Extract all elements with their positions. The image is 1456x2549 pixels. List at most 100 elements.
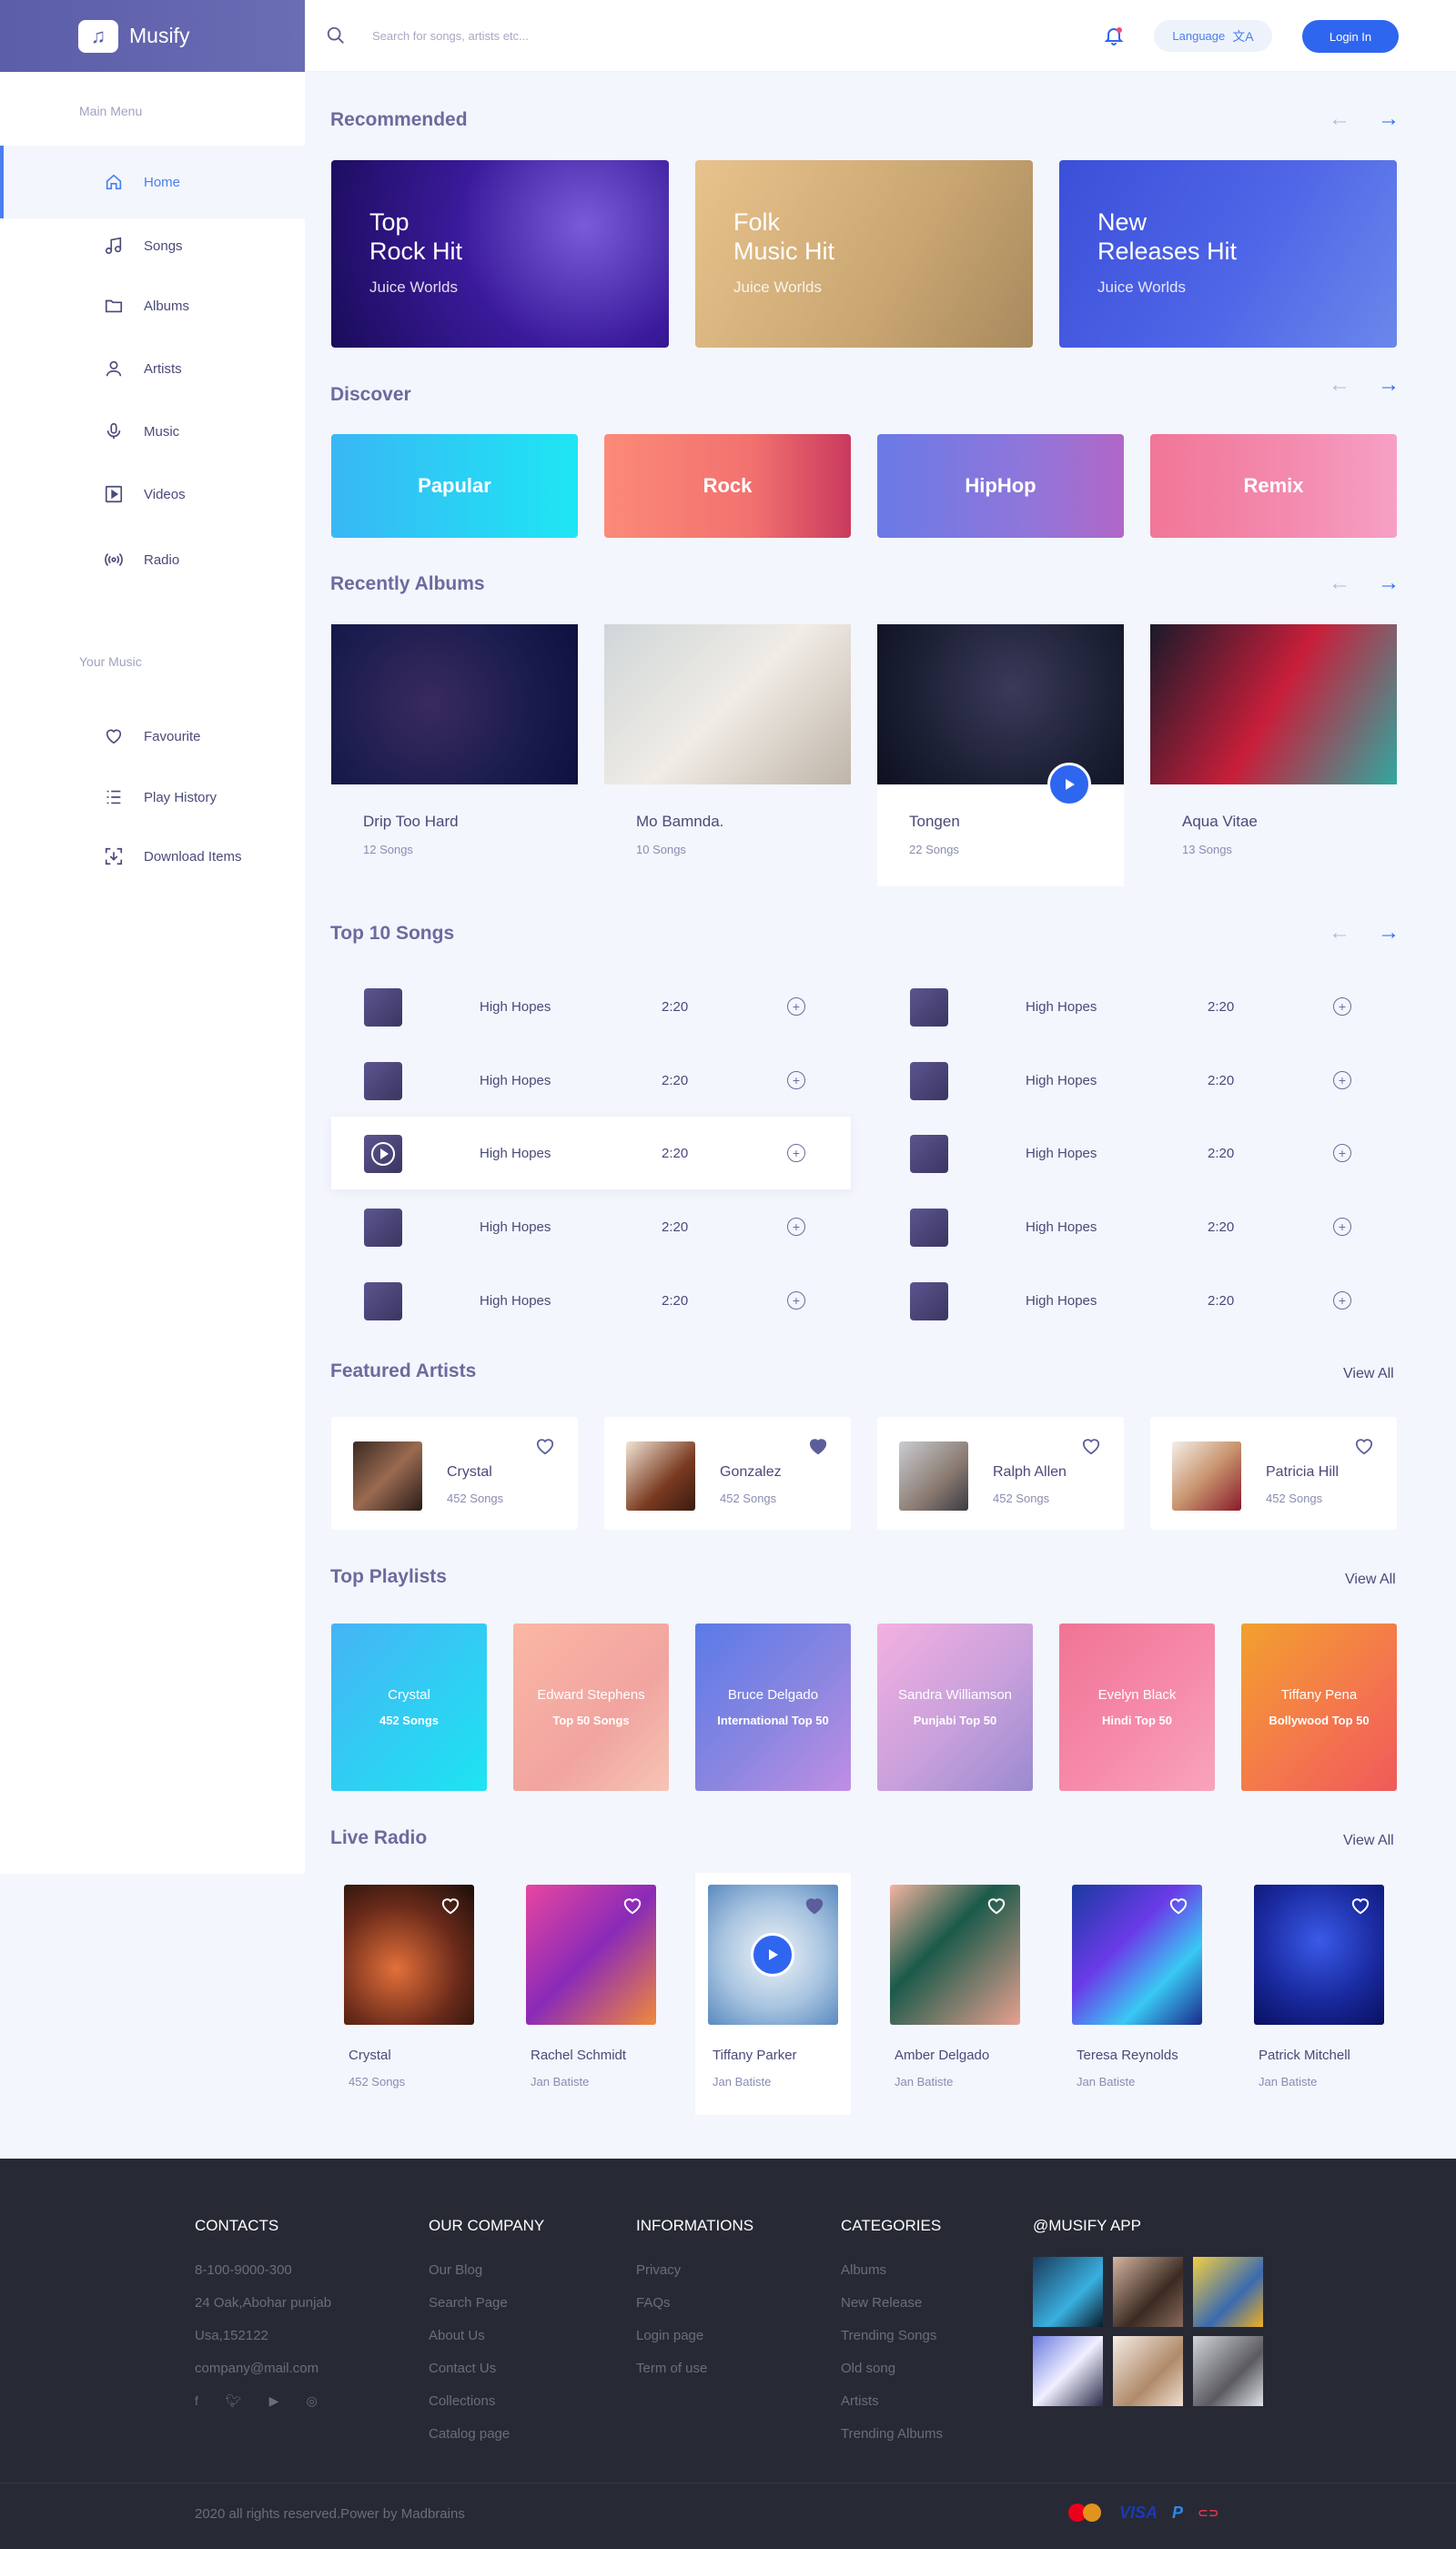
footer-link[interactable]: Contact Us xyxy=(429,2361,544,2376)
heart-icon[interactable] xyxy=(1350,1897,1370,1915)
heart-icon[interactable] xyxy=(1081,1437,1101,1455)
search-icon[interactable] xyxy=(326,25,346,46)
radio-card[interactable]: Teresa Reynolds Jan Batiste xyxy=(1059,1873,1215,2115)
artist-card[interactable]: Crystal 452 Songs xyxy=(331,1417,578,1530)
song-row[interactable]: High Hopes 2:20 + xyxy=(877,1190,1397,1263)
footer-link[interactable]: New Release xyxy=(841,2295,943,2311)
twitter-icon[interactable]: 🐦︎ xyxy=(226,2393,242,2409)
song-row[interactable]: High Hopes 2:20 + xyxy=(331,1044,851,1117)
arrow-right-icon[interactable]: → xyxy=(1378,920,1400,946)
heart-icon[interactable] xyxy=(440,1897,460,1915)
arrow-right-icon[interactable]: → xyxy=(1378,571,1400,596)
add-circle-icon[interactable]: + xyxy=(1333,1218,1351,1236)
artist-card[interactable]: Patricia Hill 452 Songs xyxy=(1150,1417,1397,1530)
sidebar-item-music[interactable]: Music xyxy=(0,395,305,468)
playlist-card[interactable]: Crystal 452 Songs xyxy=(331,1623,487,1791)
gallery-image[interactable] xyxy=(1193,2336,1263,2406)
logo[interactable]: ♫ Musify xyxy=(0,0,305,72)
bell-icon[interactable] xyxy=(1103,25,1125,46)
heart-icon[interactable] xyxy=(535,1437,555,1455)
song-row[interactable]: High Hopes 2:20 + xyxy=(331,1264,851,1337)
gallery-image[interactable] xyxy=(1113,2336,1183,2406)
sidebar-item-download-items[interactable]: Download Items xyxy=(0,820,305,893)
footer-link[interactable]: Old song xyxy=(841,2361,943,2376)
sidebar-item-radio[interactable]: Radio xyxy=(0,523,305,596)
add-circle-icon[interactable]: + xyxy=(1333,1144,1351,1162)
song-row[interactable]: High Hopes 2:20 + xyxy=(331,970,851,1043)
sidebar-item-artists[interactable]: Artists xyxy=(0,332,305,405)
radio-card[interactable]: Amber Delgado Jan Batiste xyxy=(877,1873,1033,2115)
album-card[interactable]: Drip Too Hard 12 Songs xyxy=(331,624,578,886)
arrow-left-icon[interactable]: ← xyxy=(1329,106,1350,132)
song-row[interactable]: High Hopes 2:20 + xyxy=(877,970,1397,1043)
song-row[interactable]: High Hopes 2:20 + xyxy=(877,1044,1397,1117)
song-row[interactable]: High Hopes 2:20 + xyxy=(877,1117,1397,1189)
sidebar-item-home[interactable]: Home xyxy=(0,146,305,218)
gallery-image[interactable] xyxy=(1033,2257,1103,2327)
youtube-icon[interactable]: ▶ xyxy=(269,2393,279,2409)
footer-link[interactable]: About Us xyxy=(429,2328,544,2343)
add-circle-icon[interactable]: + xyxy=(1333,997,1351,1016)
footer-link[interactable]: Albums xyxy=(841,2262,943,2278)
playlist-card[interactable]: Tiffany Pena Bollywood Top 50 xyxy=(1241,1623,1397,1791)
playlist-card[interactable]: Evelyn Black Hindi Top 50 xyxy=(1059,1623,1215,1791)
gallery-image[interactable] xyxy=(1113,2257,1183,2327)
discover-card-rock[interactable]: Rock xyxy=(604,434,851,538)
heart-icon[interactable] xyxy=(622,1897,642,1915)
arrow-right-icon[interactable]: → xyxy=(1378,106,1400,132)
facebook-icon[interactable]: f xyxy=(195,2393,198,2409)
song-row[interactable]: High Hopes 2:20 + xyxy=(331,1117,851,1189)
dribbble-icon[interactable]: ◎ xyxy=(306,2393,317,2409)
footer-link[interactable]: Our Blog xyxy=(429,2262,544,2278)
gallery-image[interactable] xyxy=(1193,2257,1263,2327)
view-all-artists-link[interactable]: View All xyxy=(1343,1366,1394,1382)
arrow-left-icon[interactable]: ← xyxy=(1329,571,1350,596)
footer-link[interactable]: Term of use xyxy=(636,2361,753,2376)
recommended-card[interactable]: Top Rock Hit Juice Worlds xyxy=(331,160,669,348)
song-row[interactable]: High Hopes 2:20 + xyxy=(331,1190,851,1263)
discover-card-remix[interactable]: Remix xyxy=(1150,434,1397,538)
playlist-card[interactable]: Edward Stephens Top 50 Songs xyxy=(513,1623,669,1791)
footer-link[interactable]: Trending Songs xyxy=(841,2328,943,2343)
artist-card[interactable]: Gonzalez 452 Songs xyxy=(604,1417,851,1530)
footer-link[interactable]: FAQs xyxy=(636,2295,753,2311)
add-circle-icon[interactable]: + xyxy=(787,1291,805,1310)
recommended-card[interactable]: Folk Music Hit Juice Worlds xyxy=(695,160,1033,348)
heart-icon[interactable] xyxy=(808,1437,828,1455)
play-button[interactable] xyxy=(1047,763,1091,806)
album-card[interactable]: Tongen 22 Songs xyxy=(877,624,1124,886)
footer-link[interactable]: Login page xyxy=(636,2328,753,2343)
footer-link[interactable]: Collections xyxy=(429,2393,544,2409)
discover-card-hiphop[interactable]: HipHop xyxy=(877,434,1124,538)
radio-card[interactable]: Patrick Mitchell Jan Batiste xyxy=(1241,1873,1397,2115)
artist-card[interactable]: Ralph Allen 452 Songs xyxy=(877,1417,1124,1530)
add-circle-icon[interactable]: + xyxy=(1333,1071,1351,1089)
heart-icon[interactable] xyxy=(804,1897,824,1915)
radio-card[interactable]: Crystal 452 Songs xyxy=(331,1873,487,2115)
playlist-card[interactable]: Sandra Williamson Punjabi Top 50 xyxy=(877,1623,1033,1791)
heart-icon[interactable] xyxy=(1168,1897,1188,1915)
add-circle-icon[interactable]: + xyxy=(787,1218,805,1236)
heart-icon[interactable] xyxy=(986,1897,1006,1915)
search-input[interactable] xyxy=(372,24,736,47)
contact-email[interactable]: company@mail.com xyxy=(195,2361,331,2376)
arrow-left-icon[interactable]: ← xyxy=(1329,372,1350,398)
sidebar-item-videos[interactable]: Videos xyxy=(0,458,305,531)
add-circle-icon[interactable]: + xyxy=(787,1144,805,1162)
footer-link[interactable]: Catalog page xyxy=(429,2426,544,2442)
heart-icon[interactable] xyxy=(1354,1437,1374,1455)
footer-link[interactable]: Trending Albums xyxy=(841,2426,943,2442)
play-circle-icon[interactable] xyxy=(364,1135,402,1173)
view-all-radio-link[interactable]: View All xyxy=(1343,1833,1394,1849)
footer-link[interactable]: Artists xyxy=(841,2393,943,2409)
play-button[interactable] xyxy=(751,1933,794,1977)
discover-card-papular[interactable]: Papular xyxy=(331,434,578,538)
arrow-right-icon[interactable]: → xyxy=(1378,372,1400,398)
login-button[interactable]: Login In xyxy=(1302,20,1399,53)
radio-card[interactable]: Tiffany Parker Jan Batiste xyxy=(695,1873,851,2115)
playlist-card[interactable]: Bruce Delgado International Top 50 xyxy=(695,1623,851,1791)
album-card[interactable]: Aqua Vitae 13 Songs xyxy=(1150,624,1397,886)
add-circle-icon[interactable]: + xyxy=(787,997,805,1016)
song-row[interactable]: High Hopes 2:20 + xyxy=(877,1264,1397,1337)
sidebar-item-albums[interactable]: Albums xyxy=(0,269,305,342)
